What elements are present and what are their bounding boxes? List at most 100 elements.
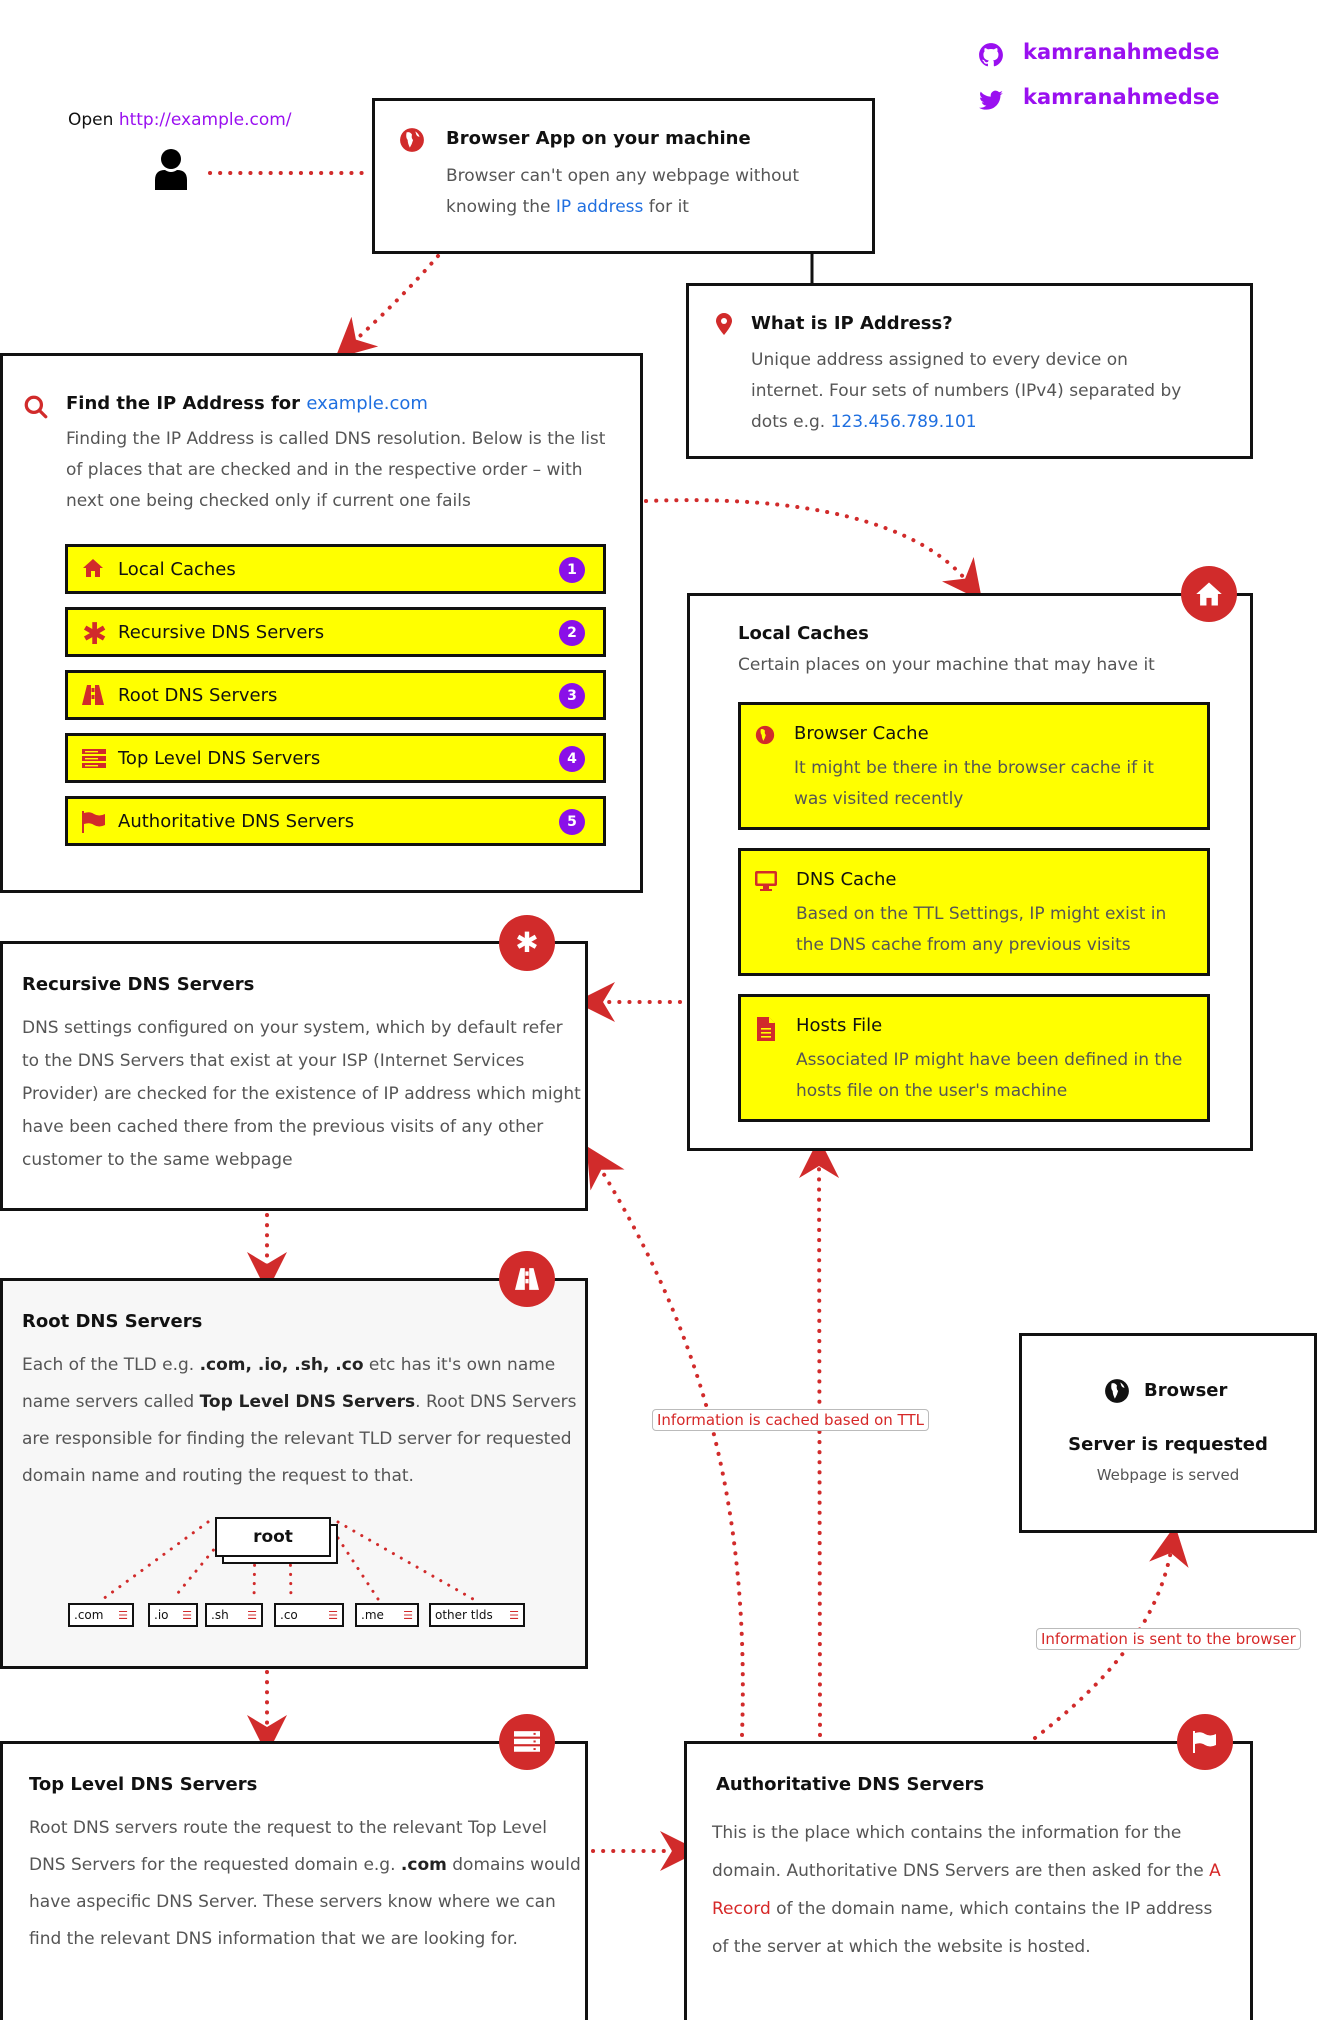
step-local-caches[interactable]: Local Caches 1: [65, 544, 606, 594]
open-url-label: Open http://example.com/: [68, 110, 292, 130]
tld-node: .co ☰: [274, 1603, 344, 1627]
top-level-dns-card: Top Level DNS Servers Root DNS servers r…: [0, 1741, 588, 2020]
ip-address-desc: Unique address assigned to every device …: [751, 350, 1182, 432]
step-number: 2: [559, 620, 585, 646]
flag-icon: [82, 811, 106, 837]
url-link[interactable]: http://example.com/: [119, 110, 292, 130]
arrow-find-to-local: [644, 498, 983, 601]
dns-cache-title: DNS Cache: [796, 869, 897, 890]
tld-node: .com ☰: [68, 1603, 134, 1627]
domain-link[interactable]: example.com: [306, 393, 428, 414]
server-icon: ☰: [328, 1608, 338, 1622]
step-authoritative[interactable]: Authoritative DNS Servers 5: [65, 796, 606, 846]
find-ip-desc: Finding the IP Address is called DNS res…: [66, 429, 606, 511]
arrow-auth-to-recursive: [586, 1145, 745, 1737]
server-icon: ☰: [247, 1608, 257, 1622]
flag-icon: [1193, 1731, 1216, 1753]
root-dns-card: Root DNS Servers Each of the TLD e.g. .c…: [0, 1278, 588, 1669]
browser-cache-desc: It might be there in the browser cache i…: [794, 758, 1154, 809]
browser-final-label: Browser: [1144, 1380, 1228, 1401]
file-icon: [757, 1017, 775, 1045]
ip-address-link[interactable]: IP address: [556, 197, 643, 217]
hosts-file-title: Hosts File: [796, 1015, 883, 1036]
dns-cache-card: DNS Cache Based on the TTL Settings, IP …: [738, 848, 1210, 976]
recursive-dns-card: Recursive DNS Servers DNS settings confi…: [0, 941, 588, 1211]
local-caches-card: Local Caches Certain places on your mach…: [687, 593, 1253, 1151]
globe-icon: [755, 725, 775, 749]
step-number: 4: [559, 746, 585, 772]
ip-address-card: What is IP Address? Unique address assig…: [686, 283, 1253, 459]
search-icon: [23, 394, 49, 424]
tld-title: Top Level DNS Servers: [29, 1774, 258, 1795]
authoritative-title: Authoritative DNS Servers: [716, 1774, 985, 1795]
twitter-handle: kamranahmedse: [1023, 85, 1220, 109]
step-label: Local Caches: [118, 559, 236, 580]
server-icon: [82, 749, 106, 773]
step-label: Top Level DNS Servers: [118, 748, 321, 769]
step-root[interactable]: Root DNS Servers 3: [65, 670, 606, 720]
browser-cache-title: Browser Cache: [794, 723, 929, 744]
caption-cached-ttl: Information is cached based on TTL: [652, 1409, 929, 1431]
local-caches-desc: Certain places on your machine that may …: [738, 655, 1155, 675]
server-icon: ☰: [403, 1608, 413, 1622]
browser-final-card: Browser Server is requested Webpage is s…: [1019, 1333, 1317, 1533]
hosts-file-desc: Associated IP might have been defined in…: [796, 1050, 1183, 1101]
map-marker-icon: [716, 313, 732, 339]
arrow-browser-to-find: [335, 254, 440, 359]
step-top-level[interactable]: Top Level DNS Servers 4: [65, 733, 606, 783]
local-caches-title: Local Caches: [738, 623, 869, 644]
step-label: Root DNS Servers: [118, 685, 278, 706]
step-label: Authoritative DNS Servers: [118, 811, 355, 832]
authoritative-badge: [1177, 1714, 1233, 1770]
open-label: Open: [68, 110, 114, 130]
step-label: Recursive DNS Servers: [118, 622, 325, 643]
tld-badge: [499, 1714, 555, 1770]
recursive-title: Recursive DNS Servers: [22, 974, 255, 995]
ip-address-title: What is IP Address?: [751, 313, 953, 334]
github-handle: kamranahmedse: [1023, 40, 1220, 64]
twitter-icon: [978, 88, 1004, 114]
server-icon: ☰: [118, 1608, 128, 1622]
root-badge: [499, 1251, 555, 1307]
example-ip: 123.456.789.101: [830, 412, 977, 432]
tld-node: .me ☰: [355, 1603, 419, 1627]
hosts-file-card: Hosts File Associated IP might have been…: [738, 994, 1210, 1122]
browser-app-desc: Browser can't open any webpage without k…: [446, 166, 799, 217]
home-icon: [82, 558, 104, 582]
find-ip-title: Find the IP Address for example.com: [66, 393, 428, 414]
browser-final-title: Server is requested: [1068, 1434, 1268, 1455]
browser-app-title: Browser App on your machine: [446, 128, 751, 149]
browser-app-card: Browser App on your machine Browser can'…: [372, 98, 875, 254]
asterisk-icon: ✱: [82, 617, 108, 652]
local-caches-badge: [1181, 566, 1237, 622]
server-icon: ☰: [182, 1608, 192, 1622]
dns-cache-desc: Based on the TTL Settings, IP might exis…: [796, 904, 1167, 955]
authoritative-desc: This is the place which contains the inf…: [712, 1823, 1221, 1957]
asterisk-icon: ✱: [515, 926, 539, 959]
step-number: 5: [559, 809, 585, 835]
step-number: 1: [559, 557, 585, 583]
find-ip-card: Find the IP Address for example.com Find…: [0, 353, 643, 893]
globe-icon: [399, 127, 425, 157]
authoritative-dns-card: Authoritative DNS Servers This is the pl…: [684, 1741, 1253, 2020]
browser-final-subtitle: Webpage is served: [1096, 1466, 1240, 1484]
step-number: 3: [559, 683, 585, 709]
road-icon: [515, 1268, 539, 1290]
tld-node: .io ☰: [148, 1603, 198, 1627]
github-icon: [978, 42, 1004, 68]
globe-icon: [1104, 1378, 1130, 1408]
road-icon: [82, 685, 104, 709]
arrow-auth-to-local: [799, 1138, 840, 1737]
browser-cache-card: Browser Cache It might be there in the b…: [738, 702, 1210, 830]
server-icon: ☰: [509, 1608, 519, 1622]
caption-sent-to-browser: Information is sent to the browser: [1036, 1628, 1301, 1650]
recursive-desc: DNS settings configured on your system, …: [22, 1018, 581, 1170]
monitor-icon: [755, 871, 777, 897]
recursive-badge: ✱: [499, 915, 555, 971]
tld-desc: Root DNS servers route the request to th…: [29, 1818, 581, 1949]
home-icon: [1196, 582, 1222, 606]
root-node: root: [215, 1517, 331, 1557]
server-icon: [514, 1731, 540, 1752]
tld-node: other tlds ☰: [429, 1603, 525, 1627]
step-recursive[interactable]: ✱ Recursive DNS Servers 2: [65, 607, 606, 657]
